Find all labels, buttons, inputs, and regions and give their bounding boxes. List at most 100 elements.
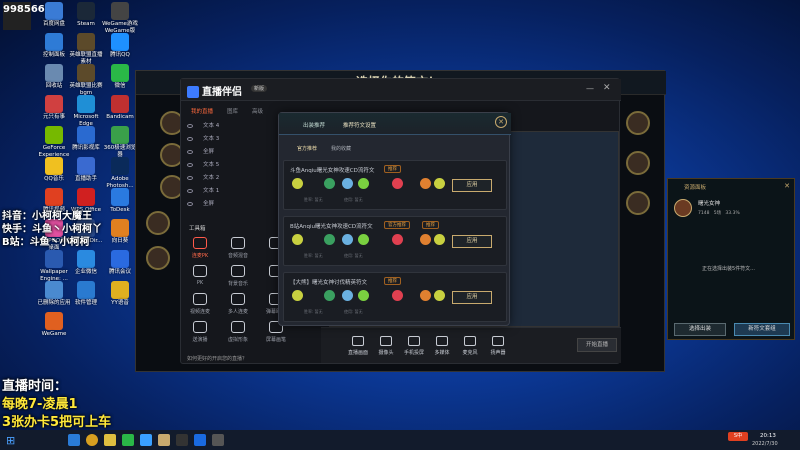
tool-button[interactable]: 视频连麦 bbox=[185, 293, 215, 315]
desktop-icon[interactable]: Steam bbox=[68, 2, 104, 28]
source-layer[interactable]: 全屏 bbox=[187, 199, 214, 210]
desktop-icon-label: 向日葵 bbox=[111, 238, 129, 244]
champion-portrait[interactable] bbox=[146, 246, 170, 270]
desktop-icon[interactable]: QQ音乐 bbox=[36, 157, 72, 183]
apply-button[interactable]: 应用 bbox=[452, 291, 492, 304]
minimize-icon[interactable]: — bbox=[586, 84, 594, 93]
eye-icon[interactable] bbox=[187, 136, 193, 141]
desktop-icon[interactable]: YY语音 bbox=[102, 281, 138, 307]
tool-button[interactable]: 背景音乐 bbox=[223, 265, 253, 287]
wegame-icon[interactable] bbox=[176, 434, 188, 446]
subtab-official[interactable]: 官方推荐 bbox=[297, 145, 317, 152]
streaming-app-icon[interactable] bbox=[194, 434, 206, 446]
new-rune-button[interactable]: 新符文套组 bbox=[734, 323, 790, 336]
desktop-icon[interactable]: 百度网盘 bbox=[36, 2, 72, 28]
desktop-icon[interactable]: 企业微信 bbox=[68, 250, 104, 276]
tool-icon bbox=[352, 336, 364, 346]
desktop-icon[interactable]: Bandicam bbox=[102, 95, 138, 121]
league-icon[interactable] bbox=[158, 434, 170, 446]
rune-icon bbox=[392, 178, 403, 189]
bottom-tool-button[interactable]: 直播画面 bbox=[343, 336, 373, 356]
eye-icon[interactable] bbox=[187, 201, 193, 206]
desktop-icon[interactable]: 元只有事 bbox=[36, 95, 72, 121]
bottom-tool-button[interactable]: 手机投屏 bbox=[399, 336, 429, 356]
app-icon[interactable] bbox=[212, 434, 224, 446]
source-layer[interactable]: 文本 1 bbox=[187, 186, 219, 197]
apply-button[interactable]: 应用 bbox=[452, 179, 492, 192]
wechat-icon[interactable] bbox=[122, 434, 134, 446]
clock-time[interactable]: 20:13 bbox=[760, 433, 776, 439]
rune-icon bbox=[324, 178, 335, 189]
desktop-icon[interactable]: 腾讯影视库 bbox=[68, 126, 104, 152]
tool-button[interactable]: 多人连麦 bbox=[223, 293, 253, 315]
desktop-icon[interactable]: Adobe Photosh... bbox=[102, 157, 138, 190]
desktop-icon[interactable]: 直播助手 bbox=[68, 157, 104, 183]
tab-my-live[interactable]: 我的直播 bbox=[191, 109, 213, 115]
folder-icon[interactable] bbox=[104, 434, 116, 446]
tool-button[interactable]: 虚拟形象 bbox=[223, 321, 253, 343]
desktop-icon[interactable]: 向日葵 bbox=[102, 219, 138, 245]
desktop-icon[interactable]: ToDesk bbox=[102, 188, 138, 214]
tool-icon bbox=[436, 336, 448, 346]
chrome-icon[interactable] bbox=[86, 434, 98, 446]
bottom-tool-button[interactable]: 扬声器 bbox=[483, 336, 513, 356]
ime-icon[interactable]: S中 bbox=[728, 432, 748, 441]
desktop-icon[interactable]: 回收站 bbox=[36, 64, 72, 90]
bottom-tool-button[interactable]: 多媒体 bbox=[427, 336, 457, 356]
tool-button[interactable]: PK bbox=[185, 265, 215, 286]
desktop-icon[interactable]: 已删除的应用 bbox=[36, 281, 72, 307]
apply-button[interactable]: 应用 bbox=[452, 235, 492, 248]
champion-portrait[interactable] bbox=[146, 211, 170, 235]
desktop-icon[interactable]: 微信 bbox=[102, 64, 138, 90]
close-icon[interactable]: ✕ bbox=[603, 83, 611, 93]
source-layer[interactable]: 文本 3 bbox=[187, 134, 219, 145]
desktop-icon[interactable]: WeGame bbox=[36, 312, 72, 338]
desktop-icon[interactable]: 360极速浏览器 bbox=[102, 126, 138, 159]
tab-gallery[interactable]: 图库 bbox=[227, 109, 238, 115]
tool-button[interactable]: 音频混音 bbox=[223, 237, 253, 259]
rune-icon bbox=[392, 234, 403, 245]
start-icon[interactable]: ⊞ bbox=[6, 434, 15, 447]
desktop-icon-label: 企业微信 bbox=[74, 269, 97, 275]
source-layer[interactable]: 文本 2 bbox=[187, 173, 219, 184]
source-layer[interactable]: 全屏 bbox=[187, 147, 214, 158]
desktop-icon[interactable]: GeForce Experience bbox=[36, 126, 72, 159]
qq-icon[interactable] bbox=[140, 434, 152, 446]
search-icon[interactable] bbox=[68, 434, 80, 446]
tab-rune-settings[interactable]: 推荐符文设置 bbox=[343, 121, 376, 129]
eye-icon[interactable] bbox=[187, 188, 193, 193]
start-live-button[interactable]: 开始直播 bbox=[577, 338, 617, 352]
bottom-tool-button[interactable]: 摄像头 bbox=[371, 336, 401, 356]
desktop-icon[interactable]: Microsoft Edge bbox=[68, 95, 104, 128]
desktop-icon[interactable]: 腾讯QQ bbox=[102, 33, 138, 59]
eye-icon[interactable] bbox=[187, 149, 193, 154]
source-layer[interactable]: 文本 4 bbox=[187, 121, 219, 132]
desktop-icon[interactable]: 英雄联盟比赛bgm bbox=[68, 64, 104, 97]
desktop-icon[interactable]: Wallpaper Engine: ... bbox=[36, 250, 72, 283]
eye-icon[interactable] bbox=[187, 123, 193, 128]
social-overlay: 抖音：小柯柯大魔王 快手：斗鱼丶小柯柯丫 B站：斗鱼丶小柯柯 bbox=[2, 210, 102, 249]
close-icon[interactable]: ✕ bbox=[495, 116, 507, 128]
rune-icon bbox=[342, 178, 353, 189]
tab-build-recommend[interactable]: 出装推荐 bbox=[303, 121, 325, 129]
eye-icon[interactable] bbox=[187, 162, 193, 167]
eye-icon[interactable] bbox=[187, 175, 193, 180]
tool-button[interactable]: 送演播 bbox=[185, 321, 215, 343]
desktop-icon[interactable]: WeGame游戏 WeGame版 bbox=[102, 2, 138, 35]
desktop-icon[interactable]: 英雄联盟直播素材 bbox=[68, 33, 104, 66]
desktop-icon[interactable]: 软件管理 bbox=[68, 281, 104, 307]
tool-icon bbox=[231, 237, 245, 249]
bottom-tool-button[interactable]: 麦克风 bbox=[455, 336, 485, 356]
select-build-button[interactable]: 选择出装 bbox=[674, 323, 726, 336]
close-icon[interactable]: ✕ bbox=[784, 182, 790, 190]
tab-advanced[interactable]: 高级 bbox=[252, 109, 263, 115]
clock-date[interactable]: 2022/7/30 bbox=[752, 441, 778, 447]
usage: 使用: 暂无 bbox=[344, 309, 363, 314]
tool-button[interactable]: 连麦PK bbox=[185, 237, 215, 259]
desktop-icon[interactable]: 控制面板 bbox=[36, 33, 72, 59]
desktop-icon[interactable]: 腾讯会议 bbox=[102, 250, 138, 276]
source-layer[interactable]: 文本 5 bbox=[187, 160, 219, 171]
help-notice[interactable]: 如何更好的开启您的直播？ bbox=[187, 355, 247, 362]
app-icon bbox=[77, 126, 95, 144]
subtab-favorites[interactable]: 我的收藏 bbox=[331, 145, 351, 152]
